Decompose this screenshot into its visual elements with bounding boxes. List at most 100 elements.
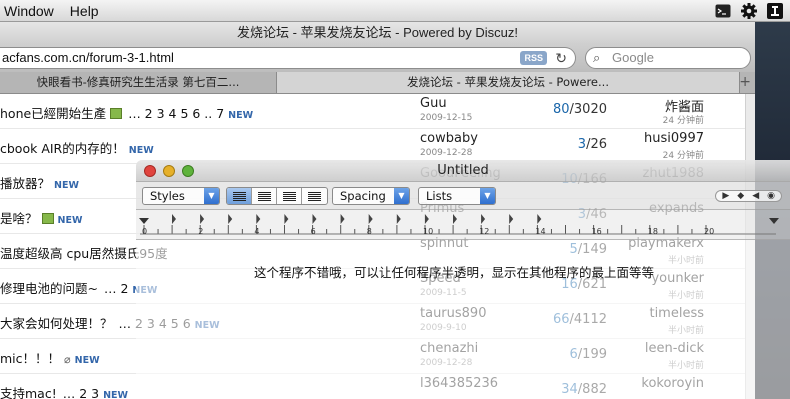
lists-select[interactable]: Lists ▼ xyxy=(418,187,496,205)
thread-date: 2009-12-28 xyxy=(420,148,473,158)
tab-stop-marker[interactable] xyxy=(228,214,233,224)
thread-stats: 3/26 xyxy=(545,137,607,152)
thread-date: 2009-12-15 xyxy=(420,113,473,123)
chevron-down-icon: ▼ xyxy=(394,188,409,204)
thread-author[interactable]: cowbaby xyxy=(420,131,478,146)
zoom-button[interactable] xyxy=(182,165,194,177)
thread-subject[interactable]: mic！！！ ⌀ NEW xyxy=(0,348,100,367)
thread-author[interactable]: Guu xyxy=(420,96,447,111)
thread-title-link[interactable]: 播放器？ xyxy=(0,176,50,191)
terminal-icon[interactable] xyxy=(714,2,732,20)
align-right-button[interactable] xyxy=(302,188,327,204)
thread-title-link[interactable]: 支持mac! xyxy=(0,386,57,399)
align-left-button[interactable] xyxy=(227,188,252,204)
tab-label: 发烧论坛 - 苹果发烧友论坛 - Powere... xyxy=(407,75,609,89)
align-center-button[interactable] xyxy=(252,188,277,204)
status-icon[interactable] xyxy=(766,2,784,20)
center-tab-icon[interactable]: ◆ xyxy=(737,191,744,201)
tab-stop-marker[interactable] xyxy=(256,214,261,224)
tab-stop-marker[interactable] xyxy=(200,214,205,224)
tab-stop-marker[interactable] xyxy=(396,214,401,224)
thread-subject[interactable]: 是啥？ NEW xyxy=(0,208,82,227)
tab-stop-marker[interactable] xyxy=(509,214,514,224)
decimal-tab-icon[interactable]: ◉ xyxy=(767,191,775,201)
thread-title-link[interactable]: cbook AIR的内存的！ xyxy=(0,141,125,156)
chevron-down-icon: ▼ xyxy=(204,188,219,204)
last-poster[interactable]: husi0997 xyxy=(600,131,704,146)
thread-subject[interactable]: cbook AIR的内存的！ NEW xyxy=(0,138,154,157)
ruler-ticks xyxy=(139,214,779,235)
thread-title-link[interactable]: mic！！！ xyxy=(0,351,60,366)
tab-stop-marker[interactable] xyxy=(424,214,429,224)
ruler-number: 16 xyxy=(591,227,602,236)
tab-stop-marker[interactable] xyxy=(453,214,457,224)
thread-title-link[interactable]: hone已經開始生產 xyxy=(0,106,106,121)
thread-title-link[interactable]: 是啥？ xyxy=(0,211,38,226)
last-post-time: 24 分钟前 xyxy=(662,116,704,126)
styles-select[interactable]: Styles ▼ xyxy=(142,187,220,205)
new-badge: NEW xyxy=(103,390,129,399)
new-badge: NEW xyxy=(228,110,254,121)
thread-title-link[interactable]: 大家会如何处理！？ xyxy=(0,316,113,331)
url-text: acfans.com.cn/forum-3-1.html xyxy=(2,50,174,65)
align-right-icon xyxy=(308,191,321,201)
thread-subject[interactable]: 播放器？ NEW xyxy=(0,173,79,192)
spacing-label: Spacing xyxy=(340,189,386,203)
address-bar[interactable]: acfans.com.cn/forum-3-1.html RSS ↻ xyxy=(0,47,576,69)
page-links[interactable]: … 2 3 4 5 6 .. 7 xyxy=(128,106,224,121)
reply-count: 3 xyxy=(577,137,587,152)
thread-subject[interactable]: 支持mac! … 2 3 NEW xyxy=(0,383,128,399)
search-placeholder: Google xyxy=(612,50,654,65)
thread-stats: 80/3020 xyxy=(545,102,607,117)
align-justify-icon xyxy=(282,191,296,201)
gear-icon[interactable] xyxy=(740,2,758,20)
page-links[interactable]: … 2 xyxy=(104,281,128,296)
align-justify-button[interactable] xyxy=(277,188,302,204)
align-center-icon xyxy=(257,191,271,201)
align-left-icon xyxy=(232,191,246,201)
editor-text-area[interactable]: 这个程序不错哦，可以让任何程序半透明，显示在其他程序的最上面等等 xyxy=(136,240,790,399)
right-margin-marker[interactable] xyxy=(769,218,779,224)
alignment-group xyxy=(226,187,328,205)
tab-forum[interactable]: 发烧论坛 - 苹果发烧友论坛 - Powere... xyxy=(277,72,740,93)
browser-title: 发烧论坛 - 苹果发烧友论坛 - Powered by Discuz! xyxy=(0,22,755,44)
page-links[interactable]: … 2 3 xyxy=(63,386,99,399)
reload-icon[interactable]: ↻ xyxy=(555,48,567,68)
editor-titlebar: Untitled xyxy=(136,160,790,182)
thread-subject[interactable]: 修理电池的问题~… 2NEW xyxy=(0,278,157,297)
chevron-down-icon: ▼ xyxy=(480,188,495,204)
ruler-number: 2 xyxy=(198,227,204,236)
format-toolbar: Styles ▼ Spacing ▼ Lists ▼ ▶ ◆ ◀ ◉ xyxy=(136,182,790,210)
rss-button[interactable]: RSS xyxy=(520,51,547,65)
browser-toolbar: acfans.com.cn/forum-3-1.html RSS ↻ ⌕ Goo… xyxy=(0,44,755,72)
thread-row: cbook AIR的内存的！ NEW cowbaby 2009-12-28 3/26 hu… xyxy=(0,129,745,164)
tab-stop-marker[interactable] xyxy=(481,214,486,224)
search-input[interactable]: ⌕ Google xyxy=(585,47,751,69)
tab-novel[interactable]: 快眼看书-修真研究生生活录 第七百二... xyxy=(0,72,277,93)
new-tab-icon[interactable]: + xyxy=(739,72,751,93)
menu-window[interactable]: Window xyxy=(0,3,62,19)
menu-help[interactable]: Help xyxy=(62,3,107,19)
indent-marker[interactable] xyxy=(139,218,149,224)
ruler-number: 14 xyxy=(535,227,546,236)
thread-subject[interactable]: hone已經開始生產 … 2 3 4 5 6 .. 7 NEW xyxy=(0,103,253,122)
tab-stop-marker[interactable] xyxy=(312,214,317,224)
menu-bar: Window Help xyxy=(0,0,790,22)
right-tab-icon[interactable]: ◀ xyxy=(752,191,759,201)
ruler[interactable]: 0 2 4 6 8 10 12 14 16 18 20 xyxy=(136,210,790,240)
reply-count: 80 xyxy=(552,102,570,117)
tab-stop-marker[interactable] xyxy=(172,214,176,224)
tab-stop-marker[interactable] xyxy=(368,214,373,224)
paperclip-icon: ⌀ xyxy=(64,353,71,366)
ruler-number: 8 xyxy=(366,227,372,236)
tab-stop-marker[interactable] xyxy=(284,214,289,224)
image-attachment-icon xyxy=(41,213,54,224)
ruler-number: 18 xyxy=(647,227,658,236)
thread-title-link[interactable]: 修理电池的问题~ xyxy=(0,281,98,296)
tab-stop-marker[interactable] xyxy=(537,214,542,224)
close-button[interactable] xyxy=(144,165,156,177)
tab-stop-marker[interactable] xyxy=(340,214,345,224)
minimize-button[interactable] xyxy=(163,165,175,177)
spacing-select[interactable]: Spacing ▼ xyxy=(332,187,410,205)
left-tab-icon[interactable]: ▶ xyxy=(722,191,729,201)
